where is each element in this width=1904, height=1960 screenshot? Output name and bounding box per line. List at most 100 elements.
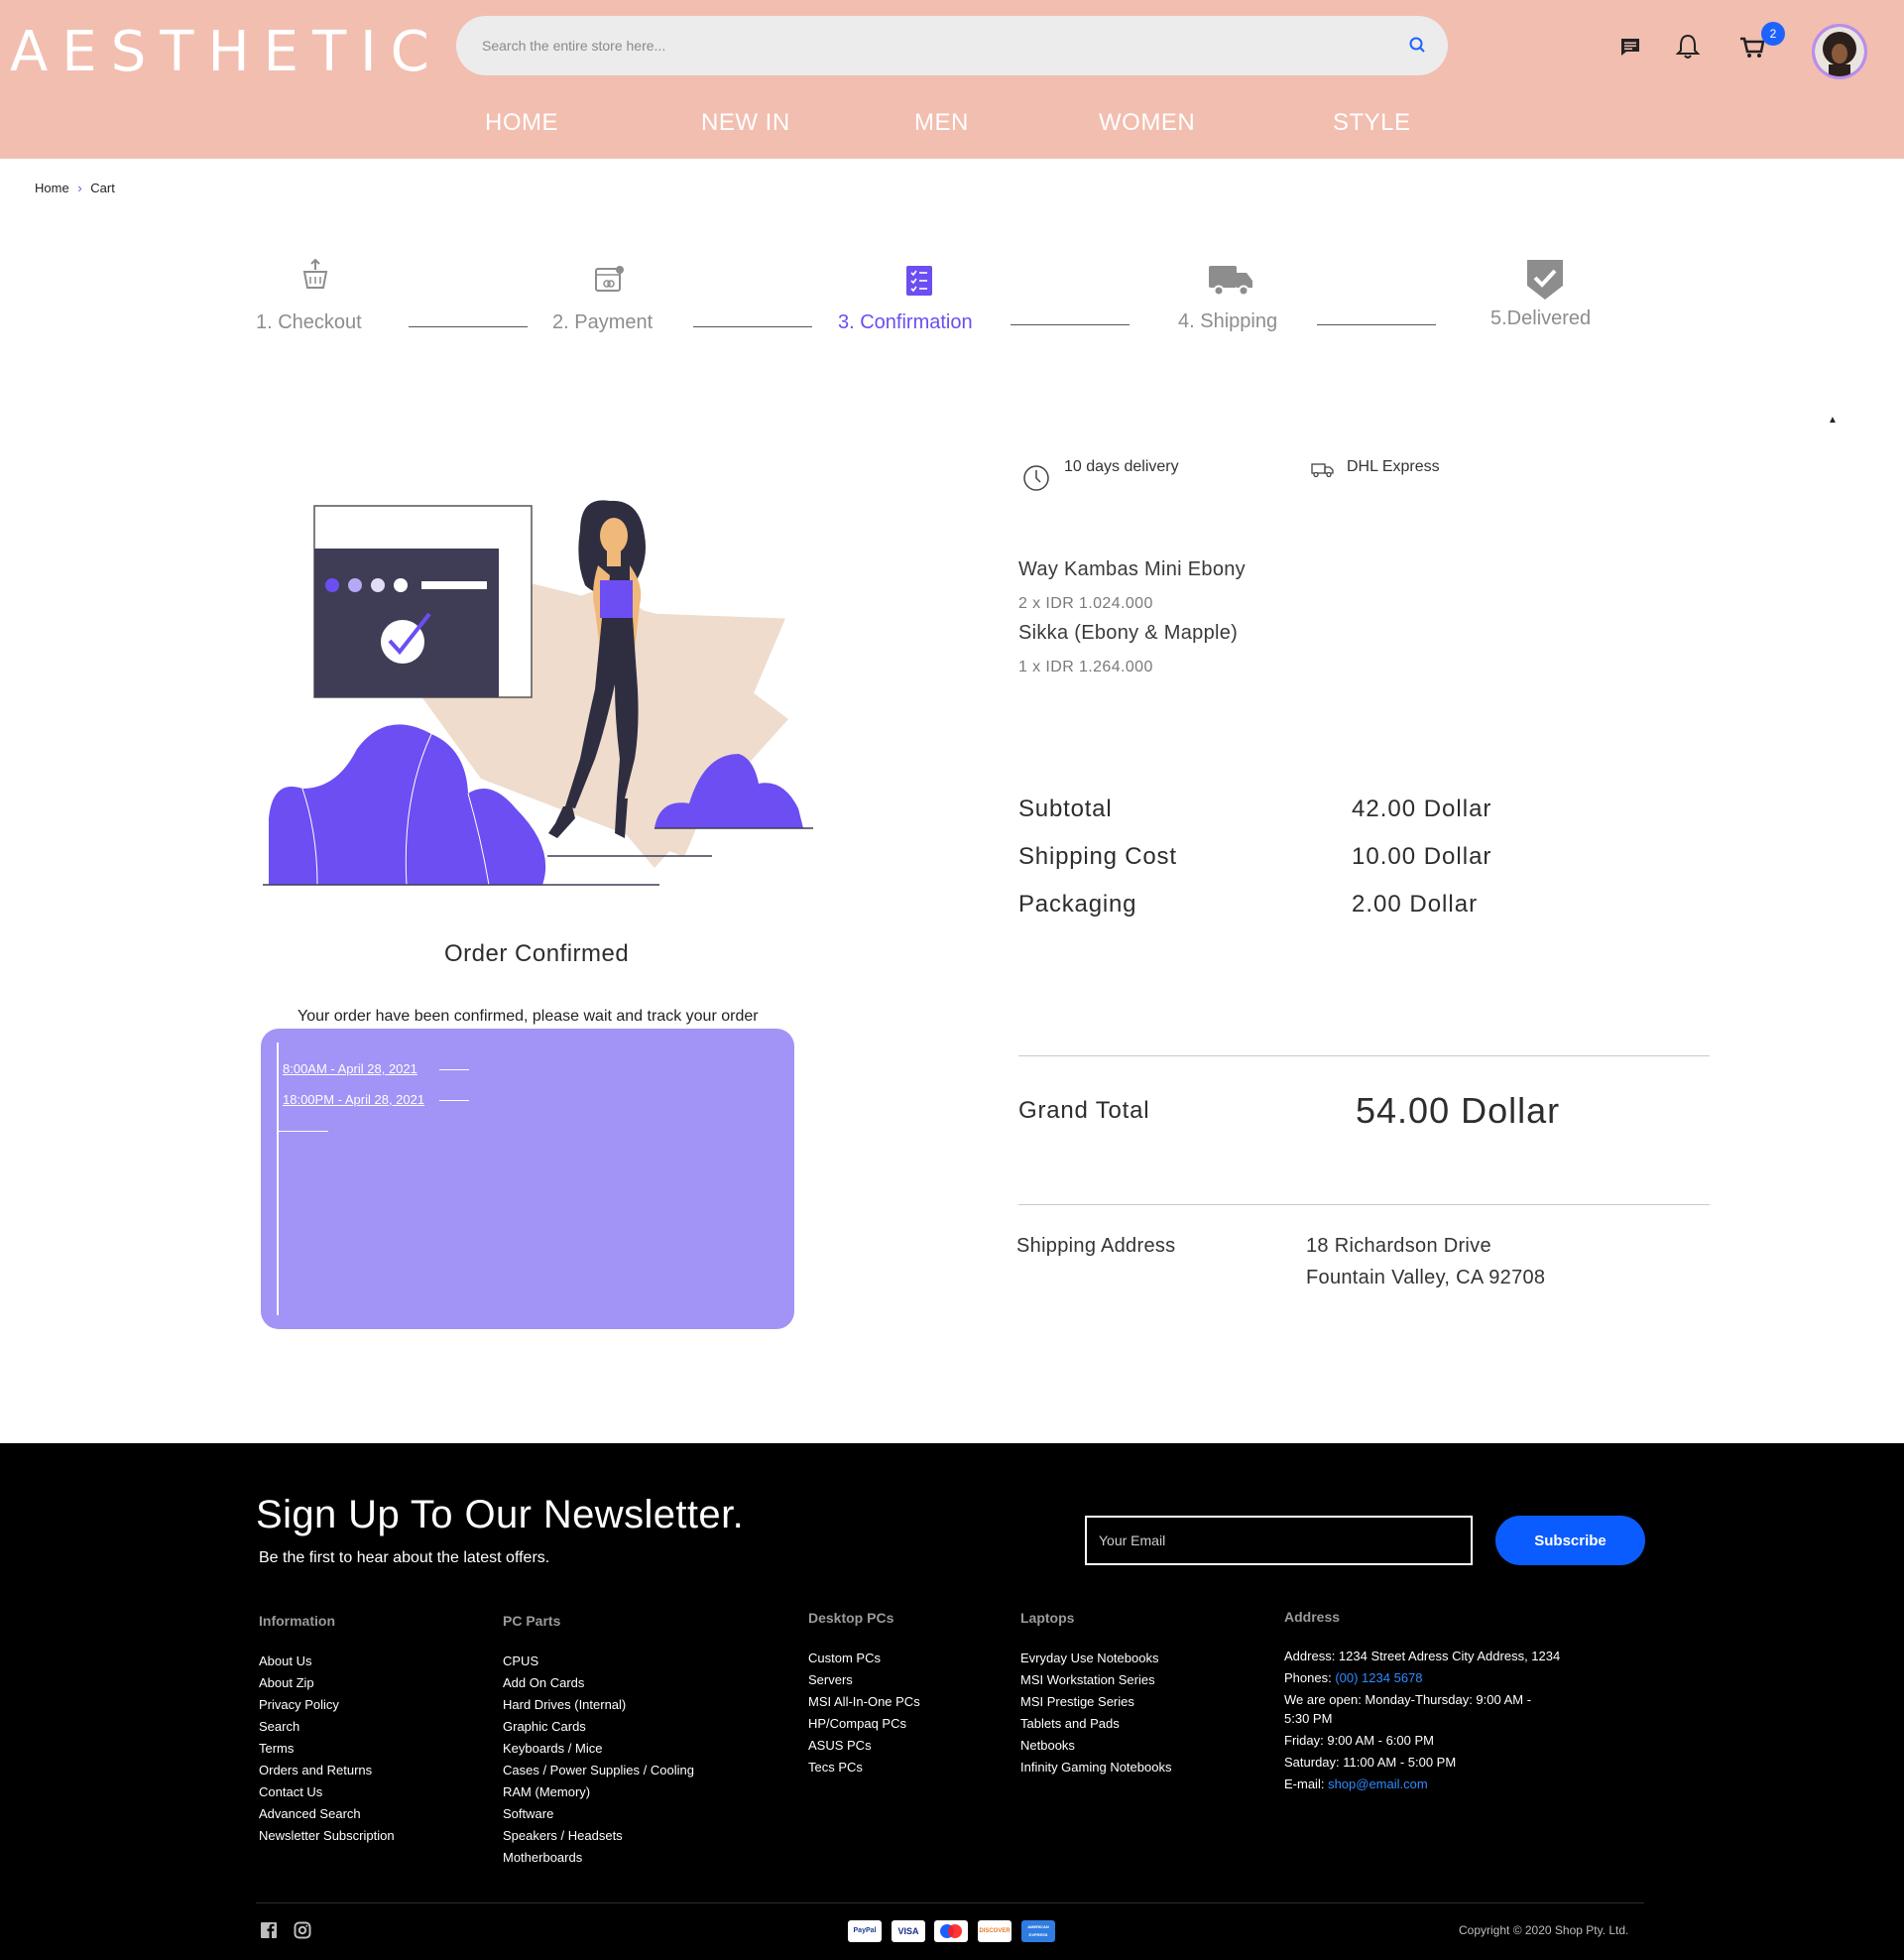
- delivery-carrier: DHL Express: [1347, 458, 1440, 475]
- footer-link[interactable]: Graphic Cards: [503, 1719, 586, 1734]
- footer-link[interactable]: About Zip: [259, 1675, 314, 1690]
- order-confirmed-subtitle: Your order have been confirmed, please w…: [298, 1008, 759, 1025]
- packaging-value: 2.00 Dollar: [1352, 891, 1479, 918]
- tracking-divider: [439, 1069, 469, 1070]
- footer-link[interactable]: Software: [503, 1806, 553, 1821]
- step-checkout[interactable]: 1. Checkout: [256, 311, 362, 334]
- shield-check-icon: [1527, 260, 1563, 300]
- newsletter-subtitle: Be the first to hear about the latest of…: [259, 1549, 550, 1566]
- footer-link[interactable]: Servers: [808, 1672, 853, 1687]
- item-qty: 2 x IDR 1.024.000: [1018, 595, 1153, 612]
- footer-link[interactable]: Add On Cards: [503, 1675, 584, 1690]
- footer-link[interactable]: Evryday Use Notebooks: [1020, 1651, 1158, 1665]
- footer-link[interactable]: MSI Workstation Series: [1020, 1672, 1155, 1687]
- truck-icon: [1209, 266, 1252, 297]
- footer-link[interactable]: Speakers / Headsets: [503, 1828, 623, 1843]
- shipping-cost-label: Shipping Cost: [1018, 843, 1177, 870]
- instagram-icon[interactable]: [294, 1921, 311, 1939]
- phone-link[interactable]: (00) 1234 5678: [1335, 1670, 1422, 1685]
- footer-link[interactable]: MSI Prestige Series: [1020, 1694, 1134, 1709]
- logo[interactable]: AESTHETIC: [10, 20, 443, 84]
- footer-link[interactable]: RAM (Memory): [503, 1784, 590, 1799]
- tracking-divider: [279, 1131, 328, 1132]
- footer-hours: Friday: 9:00 AM - 6:00 PM: [1284, 1733, 1435, 1748]
- step-delivered[interactable]: 5.Delivered: [1490, 307, 1591, 330]
- avatar[interactable]: [1812, 24, 1867, 79]
- footer-link[interactable]: About Us: [259, 1654, 311, 1668]
- grand-total-label: Grand Total: [1018, 1097, 1150, 1124]
- search-bar[interactable]: [456, 16, 1448, 75]
- tracking-timeline: [277, 1042, 279, 1315]
- footer-phones: Phones: (00) 1234 5678: [1284, 1668, 1423, 1688]
- phones-label: Phones:: [1284, 1670, 1336, 1685]
- step-shipping[interactable]: 4. Shipping: [1178, 310, 1277, 333]
- tracking-entry[interactable]: 8:00AM - April 28, 2021: [283, 1061, 417, 1076]
- tracking-panel: 8:00AM - April 28, 2021 18:00PM - April …: [261, 1029, 794, 1329]
- footer-link[interactable]: Contact Us: [259, 1784, 322, 1799]
- footer-link[interactable]: Orders and Returns: [259, 1763, 372, 1777]
- footer-link[interactable]: HP/Compaq PCs: [808, 1716, 906, 1731]
- checklist-icon: [906, 266, 932, 296]
- order-confirmed-illustration: [263, 500, 813, 886]
- footer-link[interactable]: Privacy Policy: [259, 1697, 339, 1712]
- footer-link[interactable]: MSI All-In-One PCs: [808, 1694, 920, 1709]
- step-connector: [409, 326, 528, 327]
- shipping-cost-value: 10.00 Dollar: [1352, 843, 1492, 870]
- bell-icon[interactable]: [1671, 30, 1705, 63]
- packaging-label: Packaging: [1018, 891, 1137, 918]
- footer-link[interactable]: Search: [259, 1719, 299, 1734]
- order-confirmed-title: Order Confirmed: [444, 940, 630, 967]
- footer-link[interactable]: Newsletter Subscription: [259, 1828, 395, 1843]
- shipping-address-label: Shipping Address: [1016, 1235, 1176, 1257]
- clock-icon: [1023, 465, 1049, 491]
- tracking-entry[interactable]: 18:00PM - April 28, 2021: [283, 1092, 424, 1107]
- footer-link[interactable]: CPUS: [503, 1654, 538, 1668]
- breadcrumb-home[interactable]: Home: [35, 181, 69, 195]
- subscribe-button[interactable]: Subscribe: [1495, 1516, 1645, 1565]
- step-connector: [1317, 324, 1436, 325]
- nav-women[interactable]: WOMEN: [1099, 109, 1195, 137]
- copyright: Copyright © 2020 Shop Pty. Ltd.: [1459, 1923, 1629, 1937]
- chat-icon[interactable]: [1613, 30, 1647, 63]
- facebook-icon[interactable]: [260, 1921, 278, 1939]
- nav-home[interactable]: HOME: [485, 109, 558, 137]
- email-field[interactable]: [1085, 1516, 1473, 1565]
- email-input[interactable]: [1087, 1518, 1471, 1563]
- footer-link[interactable]: Motherboards: [503, 1850, 582, 1865]
- search-icon[interactable]: [1406, 34, 1430, 58]
- footer-link[interactable]: ASUS PCs: [808, 1738, 872, 1753]
- footer-link[interactable]: Hard Drives (Internal): [503, 1697, 626, 1712]
- scroll-up-button[interactable]: ▲: [1828, 415, 1838, 426]
- item-name: Way Kambas Mini Ebony: [1018, 558, 1246, 580]
- footer-link[interactable]: Keyboards / Mice: [503, 1741, 602, 1756]
- breadcrumb: Home › Cart: [35, 181, 115, 195]
- header: AESTHETIC 2: [0, 0, 1904, 159]
- breadcrumb-separator: ›: [77, 181, 82, 195]
- footer-link[interactable]: Tablets and Pads: [1020, 1716, 1120, 1731]
- footer-link[interactable]: Tecs PCs: [808, 1760, 863, 1775]
- footer-address: Address: 1234 Street Adress City Address…: [1284, 1649, 1561, 1663]
- footer-link[interactable]: Terms: [259, 1741, 294, 1756]
- footer-column-title: Information: [259, 1613, 335, 1629]
- footer-link[interactable]: Netbooks: [1020, 1738, 1075, 1753]
- step-connector: [1011, 324, 1130, 325]
- footer-link[interactable]: Advanced Search: [259, 1806, 361, 1821]
- nav-style[interactable]: STYLE: [1333, 109, 1411, 137]
- basket-icon: [302, 258, 328, 289]
- maestro-icon: [934, 1920, 968, 1942]
- footer-link[interactable]: Infinity Gaming Notebooks: [1020, 1760, 1171, 1775]
- nav-new-in[interactable]: NEW IN: [701, 109, 790, 137]
- step-confirmation[interactable]: 3. Confirmation: [838, 311, 973, 334]
- shipping-address-line1: 18 Richardson Drive: [1306, 1235, 1491, 1257]
- search-input[interactable]: [482, 31, 1355, 61]
- delivery-time: 10 days delivery: [1064, 458, 1179, 475]
- footer-link[interactable]: Cases / Power Supplies / Cooling: [503, 1763, 694, 1777]
- footer-link[interactable]: Custom PCs: [808, 1651, 881, 1665]
- nav-men[interactable]: MEN: [914, 109, 969, 137]
- step-payment[interactable]: 2. Payment: [552, 311, 653, 334]
- divider: [1018, 1204, 1710, 1205]
- footer-column-title: Laptops: [1020, 1610, 1075, 1626]
- payment-icon: [595, 266, 624, 292]
- email-link[interactable]: shop@email.com: [1328, 1776, 1428, 1791]
- paypal-icon: PayPal: [848, 1920, 882, 1942]
